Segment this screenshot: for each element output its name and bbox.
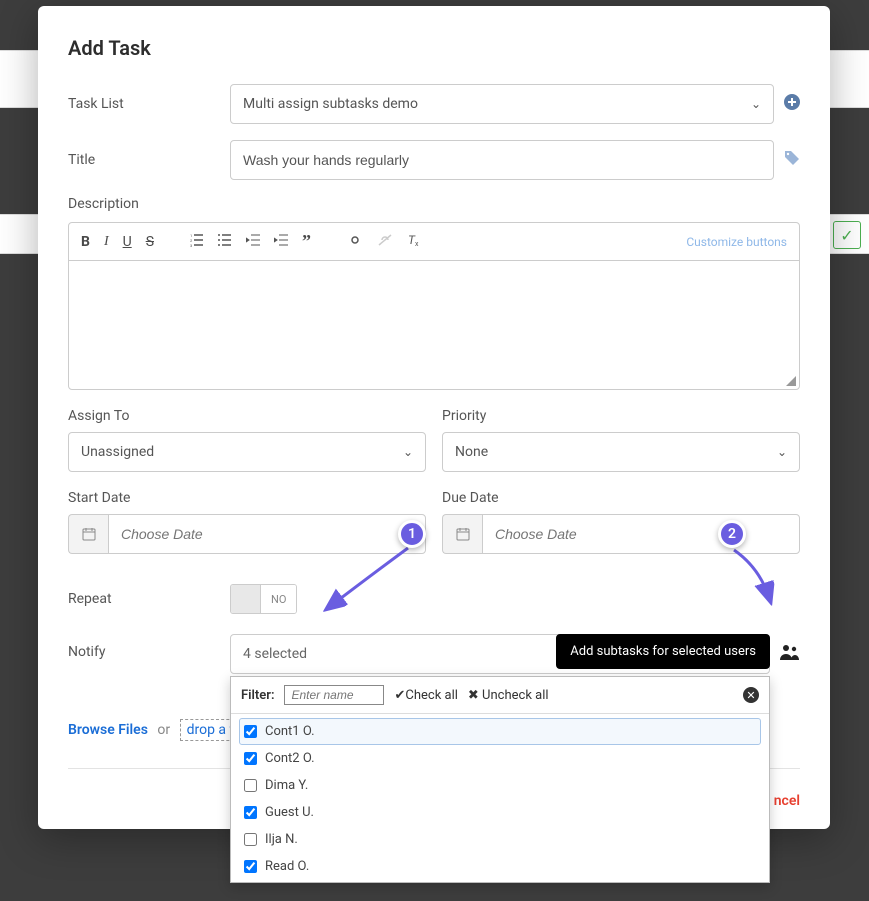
unordered-list-button[interactable] <box>218 233 232 251</box>
add-task-modal: Add Task Task List Multi assign subtasks… <box>38 6 830 829</box>
task-list-label: Task List <box>68 96 230 112</box>
check-all-button[interactable]: ✔Check all <box>394 688 457 703</box>
close-dropdown-button[interactable]: ✕ <box>743 687 759 703</box>
priority-value: None <box>455 444 488 460</box>
notify-label: Notify <box>68 634 230 660</box>
editor-body[interactable] <box>69 261 799 389</box>
dropdown-item-label: Guest U. <box>265 805 314 820</box>
resize-handle[interactable] <box>786 376 796 386</box>
dropdown-item[interactable]: Guest U. <box>239 799 761 826</box>
priority-select[interactable]: None ⌄ <box>442 432 800 472</box>
dropdown-item-checkbox[interactable] <box>244 725 257 738</box>
dropdown-item[interactable]: Cont2 O. <box>239 745 761 772</box>
add-list-button[interactable] <box>784 94 800 114</box>
or-text: or <box>157 722 170 738</box>
dropdown-item-label: Read O. <box>265 859 309 874</box>
tag-button[interactable] <box>784 150 800 170</box>
due-date-label: Due Date <box>442 490 800 506</box>
cancel-button[interactable]: ncel <box>774 793 800 809</box>
description-label: Description <box>68 196 800 212</box>
toggle-knob <box>231 585 261 613</box>
assign-to-select[interactable]: Unassigned ⌄ <box>68 432 426 472</box>
dropdown-list[interactable]: Cont1 O. Cont2 O. Dima Y. Guest U. Ilja N. Re… <box>231 714 769 882</box>
assign-to-value: Unassigned <box>81 444 154 460</box>
svg-text:x: x <box>415 240 419 247</box>
italic-button[interactable]: I <box>104 234 109 250</box>
task-list-value: Multi assign subtasks demo <box>243 96 418 112</box>
dropdown-item[interactable]: Ilja N. <box>239 826 761 853</box>
calendar-icon[interactable] <box>442 514 482 554</box>
link-button[interactable] <box>347 233 363 251</box>
title-input[interactable] <box>243 152 761 168</box>
dropdown-item[interactable]: Read O. <box>239 853 761 880</box>
ordered-list-button[interactable]: 123 <box>190 233 204 251</box>
dropdown-item[interactable]: Cont1 O. <box>239 718 761 745</box>
add-subtasks-users-button[interactable] <box>780 643 800 666</box>
dropdown-item-label: Cont2 O. <box>265 751 315 766</box>
modal-title: Add Task <box>68 36 800 60</box>
dropdown-item-checkbox[interactable] <box>244 860 257 873</box>
annotation-callout-1: 1 <box>398 520 426 548</box>
filter-label: Filter: <box>241 688 274 703</box>
assign-to-label: Assign To <box>68 408 426 424</box>
unlink-button[interactable] <box>377 233 393 251</box>
title-label: Title <box>68 152 230 168</box>
chevron-down-icon: ⌄ <box>403 445 413 459</box>
uncheck-all-button[interactable]: ✖ Uncheck all <box>468 688 549 703</box>
task-list-select[interactable]: Multi assign subtasks demo ⌄ <box>230 84 774 124</box>
start-date-label: Start Date <box>68 490 426 506</box>
clear-format-button[interactable]: Tx <box>407 233 421 251</box>
repeat-toggle[interactable]: NO <box>230 584 297 614</box>
notify-summary: 4 selected <box>243 646 307 662</box>
dropdown-item-checkbox[interactable] <box>244 779 257 792</box>
dropdown-item[interactable]: Dima Y. <box>239 772 761 799</box>
notify-dropdown: Filter: ✔Check all ✖ Uncheck all ✕ Cont1… <box>230 676 770 883</box>
dropdown-item-label: Ilja N. <box>265 832 298 847</box>
chevron-down-icon: ⌄ <box>777 445 787 459</box>
priority-label: Priority <box>442 408 800 424</box>
toggle-value: NO <box>261 585 296 613</box>
strike-button[interactable]: S <box>146 234 154 250</box>
tooltip: Add subtasks for selected users <box>556 634 770 669</box>
indent-button[interactable] <box>274 233 288 251</box>
dropdown-item-label: Dima Y. <box>265 778 308 793</box>
filter-input[interactable] <box>284 685 384 705</box>
annotation-callout-2: 2 <box>718 520 746 548</box>
svg-text:3: 3 <box>190 243 192 247</box>
bold-button[interactable]: B <box>81 234 90 250</box>
dropdown-item-checkbox[interactable] <box>244 833 257 846</box>
plus-circle-icon <box>784 94 800 110</box>
dropdown-item-checkbox[interactable] <box>244 752 257 765</box>
rich-text-editor: B I U S 123 ” <box>68 222 800 390</box>
outdent-button[interactable] <box>246 233 260 251</box>
title-input-wrap <box>230 140 774 180</box>
repeat-label: Repeat <box>68 591 230 607</box>
editor-toolbar: B I U S 123 ” <box>69 223 799 261</box>
browse-files-link[interactable]: Browse Files <box>68 722 148 738</box>
quote-button[interactable]: ” <box>302 231 311 252</box>
chevron-down-icon: ⌄ <box>751 97 761 111</box>
dropdown-item-checkbox[interactable] <box>244 806 257 819</box>
dropdown-item-label: Cont1 O. <box>265 724 315 739</box>
underline-button[interactable]: U <box>123 234 132 250</box>
calendar-icon[interactable] <box>68 514 108 554</box>
customize-buttons-link[interactable]: Customize buttons <box>686 235 787 249</box>
tag-icon <box>784 150 800 166</box>
